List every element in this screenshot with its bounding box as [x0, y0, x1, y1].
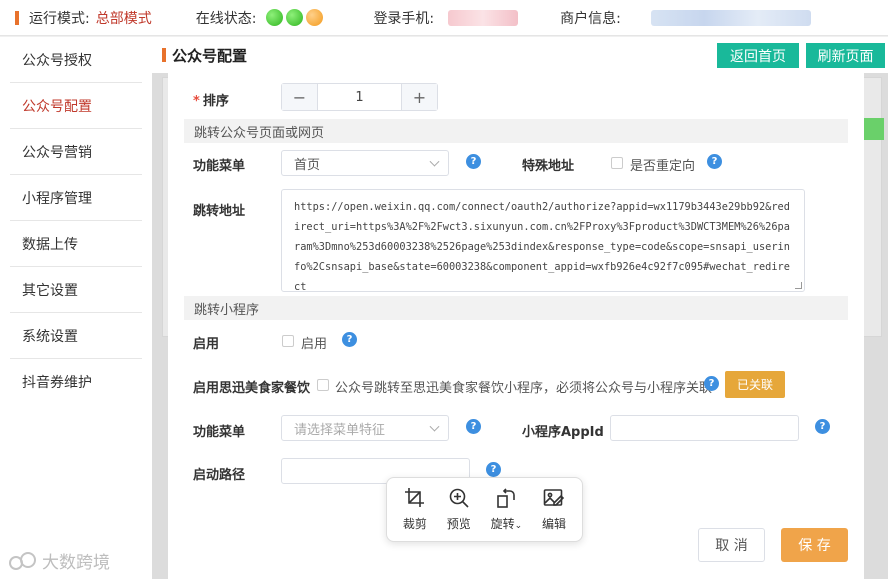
top-status-bar: 运行模式: 总部模式 在线状态: 登录手机: 商户信息: — [0, 0, 888, 36]
sidebar-item-data-upload[interactable]: 数据上传 — [10, 221, 142, 267]
redirect-checkbox[interactable] — [611, 157, 623, 169]
stepper-value[interactable]: 1 — [317, 84, 402, 110]
menu-select[interactable]: 首页 — [281, 150, 449, 176]
help-icon[interactable]: ? — [466, 419, 481, 434]
accent-marker — [162, 48, 166, 62]
image-edit-icon — [543, 489, 565, 506]
jump-address-value: https://open.weixin.qq.com/connect/oauth… — [294, 201, 790, 292]
enable-sixun-description: 公众号跳转至思迅美食家餐饮小程序，必须将公众号与小程序关联 — [335, 381, 713, 396]
section-jump-mini: 跳转小程序 — [184, 296, 848, 320]
start-path-label: 启动路径 — [193, 468, 246, 483]
status-dot-orange — [306, 9, 324, 26]
sidebar: 公众号授权 公众号配置 公众号营销 小程序管理 数据上传 其它设置 系统设置 抖… — [0, 37, 152, 579]
enable-label: 启用 — [193, 337, 220, 352]
sidebar-item-system-settings[interactable]: 系统设置 — [10, 313, 142, 359]
section-jump-page: 跳转公众号页面或网页 — [184, 119, 848, 143]
background-green-button — [864, 118, 884, 140]
appid-input[interactable] — [610, 415, 799, 441]
help-icon[interactable]: ? — [704, 376, 719, 391]
help-icon[interactable]: ? — [342, 332, 357, 347]
sidebar-item-label: 系统设置 — [22, 328, 78, 345]
sidebar-item-label: 公众号授权 — [22, 52, 92, 69]
cancel-button[interactable]: 取 消 — [698, 528, 765, 562]
watermark: 大数跨境 — [8, 548, 110, 573]
sidebar-item-label: 抖音券维护 — [22, 375, 92, 391]
sidebar-item-account-marketing[interactable]: 公众号营销 — [10, 129, 142, 175]
chevron-down-icon — [429, 156, 440, 167]
help-icon[interactable]: ? — [707, 154, 722, 169]
help-icon[interactable]: ? — [466, 154, 481, 169]
online-status-label: 在线状态: — [195, 10, 257, 27]
accent-marker — [15, 10, 19, 25]
crop-icon — [404, 488, 424, 507]
sidebar-item-label: 其它设置 — [22, 282, 78, 299]
stepper-minus-button[interactable]: − — [282, 84, 317, 110]
back-home-button[interactable]: 返回首页 — [717, 43, 799, 68]
watermark-text: 大数跨境 — [42, 553, 110, 573]
sort-stepper[interactable]: − 1 + — [281, 83, 438, 111]
login-phone-label: 登录手机: — [373, 10, 435, 27]
sidebar-item-mini-program[interactable]: 小程序管理 — [10, 175, 142, 221]
run-mode-label: 运行模式: — [29, 10, 90, 27]
merchant-redacted — [650, 9, 811, 26]
redirect-checkbox-label: 是否重定向 — [630, 159, 696, 174]
menu2-placeholder: 请选择菜单特征 — [294, 422, 386, 438]
crop-tool[interactable]: 裁剪 — [403, 487, 427, 532]
edit-label: 编辑 — [542, 517, 567, 531]
chevron-down-icon — [429, 421, 440, 432]
phone-redacted — [448, 9, 519, 26]
chevron-down-icon: ⌄ — [514, 521, 523, 531]
save-button[interactable]: 保 存 — [781, 528, 848, 562]
jump-address-label: 跳转地址 — [193, 204, 246, 219]
resize-handle-icon[interactable] — [795, 282, 802, 289]
page-title: 公众号配置 — [172, 46, 248, 65]
enable-sixun-label: 启用思迅美食家餐饮 — [193, 381, 311, 396]
sort-label: * 排序 — [193, 94, 229, 109]
enable-checkbox[interactable] — [282, 335, 294, 347]
edit-tool[interactable]: 编辑 — [542, 487, 566, 532]
zoom-in-icon — [449, 488, 469, 508]
sidebar-item-label: 公众号配置 — [22, 98, 92, 115]
sidebar-item-label: 小程序管理 — [22, 190, 92, 207]
sidebar-item-other-settings[interactable]: 其它设置 — [10, 267, 142, 313]
status-dot-green-2 — [286, 9, 304, 26]
linked-button[interactable]: 已关联 — [725, 371, 785, 398]
rotate-tool[interactable]: 旋转⌄ — [490, 487, 523, 532]
stepper-plus-button[interactable]: + — [402, 84, 437, 110]
appid-label: 小程序AppId — [522, 425, 604, 440]
jump-address-textarea[interactable]: https://open.weixin.qq.com/connect/oauth… — [281, 189, 805, 292]
sidebar-item-account-config[interactable]: 公众号配置 — [10, 83, 142, 129]
sidebar-item-douyin-coupon[interactable]: 抖音券维护 — [10, 359, 142, 405]
help-icon[interactable]: ? — [815, 419, 830, 434]
watermark-logo-icon — [9, 551, 36, 570]
preview-label: 预览 — [446, 517, 471, 531]
refresh-page-button[interactable]: 刷新页面 — [806, 43, 885, 68]
menu2-select[interactable]: 请选择菜单特征 — [281, 415, 449, 441]
sidebar-item-label: 数据上传 — [22, 236, 78, 253]
preview-tool[interactable]: 预览 — [447, 487, 471, 532]
help-icon[interactable]: ? — [486, 462, 501, 477]
menu-label: 功能菜单 — [193, 159, 246, 174]
menu-select-value: 首页 — [294, 157, 321, 173]
crop-label: 裁剪 — [402, 517, 427, 531]
page-header: 公众号配置 返回首页 刷新页面 — [152, 37, 888, 73]
menu2-label: 功能菜单 — [193, 425, 246, 440]
enable-sixun-checkbox[interactable] — [317, 379, 329, 391]
status-dot-green-1 — [266, 9, 284, 26]
image-toolbar: 裁剪 预览 旋转⌄ 编辑 — [386, 477, 583, 542]
special-address-label: 特殊地址 — [522, 159, 575, 174]
rotate-label: 旋转⌄ — [490, 517, 523, 531]
run-mode-value: 总部模式 — [95, 10, 152, 27]
merchant-info-label: 商户信息: — [560, 10, 621, 27]
rotate-icon — [497, 488, 516, 508]
sidebar-item-account-auth[interactable]: 公众号授权 — [10, 37, 142, 83]
sidebar-item-label: 公众号营销 — [22, 144, 92, 161]
enable-checkbox-label: 启用 — [301, 337, 328, 352]
